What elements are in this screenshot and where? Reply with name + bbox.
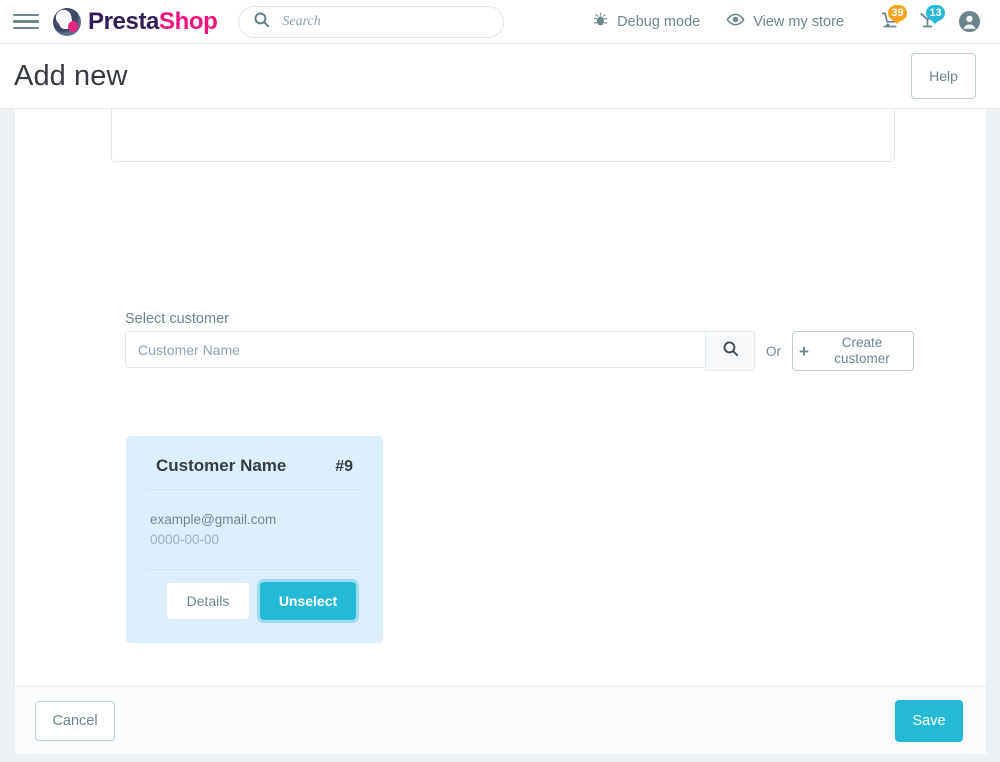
customer-search-button[interactable]: [705, 331, 755, 371]
customer-card-id: #9: [335, 458, 353, 475]
top-header-bar: PrestaShop Search Debug mode View my sto…: [0, 0, 1000, 44]
save-button[interactable]: Save: [895, 699, 963, 742]
customer-card-actions: Details Unselect: [148, 570, 361, 621]
customer-card-header: Customer Name #9: [148, 456, 361, 490]
search-icon: [253, 11, 270, 33]
create-customer-label: Create customer: [834, 335, 890, 366]
customer-card-name: Customer Name: [156, 456, 287, 475]
bottom-gutter: [0, 754, 1000, 762]
prestashop-logo[interactable]: PrestaShop: [53, 7, 218, 36]
left-gutter: [0, 109, 14, 762]
selected-customer-card: Customer Name #9 example@gmail.com 0000-…: [126, 436, 383, 643]
prestashop-mascot-icon: [53, 7, 81, 36]
account-avatar-icon[interactable]: [950, 3, 988, 41]
help-button[interactable]: Help: [911, 53, 976, 99]
search-input[interactable]: [280, 12, 481, 31]
right-gutter: [987, 109, 1000, 762]
search-icon: [722, 340, 739, 362]
header-actions: Debug mode View my store 39 13: [592, 0, 1000, 44]
page-title-bar: Add new Help: [0, 44, 1000, 109]
customer-name-input[interactable]: [125, 331, 705, 368]
logo-text-presta: Presta: [88, 7, 159, 35]
logo-text-shop: Shop: [158, 7, 218, 35]
plus-icon: +: [799, 341, 809, 361]
form-footer-bar: Cancel Save: [14, 686, 987, 754]
customers-notifications-button[interactable]: 13: [908, 3, 946, 41]
global-search-box[interactable]: [238, 5, 505, 38]
page-title: Add new: [14, 59, 128, 92]
customer-details-button[interactable]: Details: [166, 582, 250, 621]
customer-card-date: 0000-00-00: [150, 531, 220, 547]
view-my-store-label: View my store: [753, 13, 844, 30]
prestashop-logo-text: PrestaShop: [88, 7, 218, 36]
orders-badge-count: 39: [888, 4, 907, 24]
customer-card-email: example@gmail.com: [150, 512, 277, 527]
debug-mode-link[interactable]: Debug mode: [592, 11, 700, 32]
debug-mode-label: Debug mode: [617, 13, 701, 30]
customer-card-body: example@gmail.com 0000-00-00: [148, 490, 361, 549]
form-panel: Select customer Or + Create customer Cus…: [14, 109, 987, 686]
or-separator-label: Or: [766, 343, 781, 359]
description-textarea[interactable]: [111, 109, 895, 162]
customers-badge-count: 13: [926, 4, 945, 24]
orders-notifications-button[interactable]: 39: [870, 3, 908, 41]
create-customer-button[interactable]: + Create customer: [792, 331, 914, 371]
customer-search-row: Or + Create customer: [125, 331, 914, 371]
cancel-button[interactable]: Cancel: [35, 700, 115, 741]
customer-unselect-button[interactable]: Unselect: [260, 582, 356, 621]
select-customer-label: Select customer: [125, 311, 229, 327]
hamburger-menu-icon[interactable]: [13, 12, 39, 32]
eye-icon: [726, 10, 745, 33]
bug-icon: [592, 11, 609, 32]
view-my-store-link[interactable]: View my store: [726, 10, 844, 33]
